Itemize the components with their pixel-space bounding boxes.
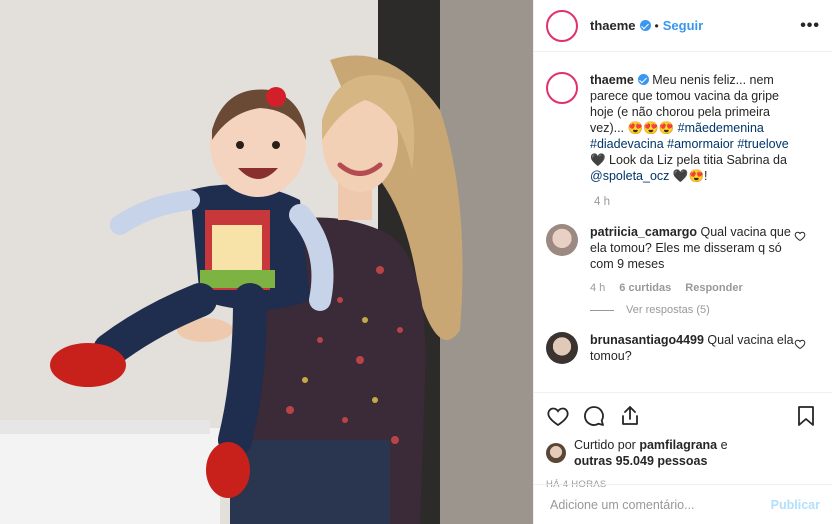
verified-icon <box>639 20 651 31</box>
caption-text: thaeme Meu nenis feliz... nem parece que… <box>590 72 789 184</box>
likes-count[interactable]: outras 95.049 pessoas <box>574 454 707 468</box>
comment-text: brunasantiago4499 Qual vacina ela tomou? <box>590 332 820 364</box>
liker-avatar[interactable] <box>546 443 566 463</box>
comment-input[interactable]: Adicione um comentário... <box>550 498 695 512</box>
caption-line: parece que tomou vacina da gripe <box>590 89 780 103</box>
caption-line: 🖤😍! <box>669 169 708 183</box>
comment-item: patriicia_camargo Qual vacina que ela to… <box>546 224 820 272</box>
caption-time[interactable]: 4 h <box>594 196 820 208</box>
hashtag-link[interactable]: #diadevacina <box>590 137 664 151</box>
share-upload-icon[interactable] <box>618 404 642 428</box>
post-actions: Curtido por pamfilagrana e outras 95.049… <box>534 392 832 490</box>
comment-text: patriicia_camargo Qual vacina que ela to… <box>590 224 820 272</box>
hashtag-link[interactable]: #mãedemenina <box>678 121 764 135</box>
liker-username[interactable]: pamfilagrana <box>639 438 717 452</box>
view-replies[interactable]: Ver respostas (5) <box>590 304 820 316</box>
commenter-avatar[interactable] <box>546 224 578 256</box>
comment-item: brunasantiago4499 Qual vacina ela tomou? <box>546 332 820 364</box>
commenter-username[interactable]: patriicia_camargo <box>590 225 697 239</box>
photo-illustration <box>0 0 533 524</box>
post-sidebar: thaeme • Seguir ••• thaeme Meu nenis fel… <box>533 0 832 524</box>
caption-line: hoje (e não chorou pela primeira <box>590 105 770 119</box>
caption-line: Meu nenis feliz... nem <box>652 73 774 87</box>
hashtag-link[interactable]: #truelove <box>737 137 788 151</box>
comment-time[interactable]: 4 h <box>590 282 605 294</box>
liked-by-prefix: Curtido por <box>574 438 636 452</box>
like-comment-heart-icon[interactable] <box>794 338 806 350</box>
replies-divider <box>590 309 614 311</box>
view-replies-label[interactable]: Ver respostas (5) <box>626 304 710 316</box>
caption: thaeme Meu nenis feliz... nem parece que… <box>546 72 820 184</box>
like-comment-heart-icon[interactable] <box>794 230 806 242</box>
caption-username[interactable]: thaeme <box>590 73 634 87</box>
caption-avatar[interactable] <box>546 72 578 104</box>
header-separator: • <box>654 18 659 33</box>
mention-link[interactable]: @spoleta_ocz <box>590 169 669 183</box>
caption-line: vez)... 😍😍😍 <box>590 121 678 135</box>
save-bookmark-icon[interactable] <box>794 404 818 428</box>
publish-button[interactable]: Publicar <box>771 498 820 512</box>
commenter-username[interactable]: brunasantiago4499 <box>590 333 704 347</box>
comment-meta: 4 h 6 curtidas Responder <box>590 282 820 294</box>
comments-list[interactable]: thaeme Meu nenis feliz... nem parece que… <box>534 60 832 390</box>
liked-by-text: Curtido por pamfilagrana e outras 95.049… <box>574 437 728 469</box>
follow-button[interactable]: Seguir <box>663 18 703 33</box>
liked-by-and: e <box>720 438 728 452</box>
comment-bubble-icon[interactable] <box>582 404 606 428</box>
caption-line: 🖤 Look da Liz pela titia Sabrina da <box>590 153 787 167</box>
reply-button[interactable]: Responder <box>685 282 742 294</box>
post-photo[interactable] <box>0 0 533 524</box>
add-comment-bar: Adicione um comentário... Publicar <box>534 484 832 524</box>
author-username[interactable]: thaeme <box>590 18 636 33</box>
hashtag-link[interactable]: #amormaior <box>667 137 734 151</box>
like-heart-icon[interactable] <box>546 404 570 428</box>
author-avatar[interactable] <box>546 9 578 42</box>
more-options-icon[interactable]: ••• <box>800 17 820 34</box>
comment-likes[interactable]: 6 curtidas <box>619 282 671 294</box>
verified-icon <box>637 74 649 85</box>
commenter-avatar[interactable] <box>546 332 578 364</box>
post-header: thaeme • Seguir ••• <box>534 0 832 52</box>
action-icons <box>546 403 820 429</box>
liked-by: Curtido por pamfilagrana e outras 95.049… <box>546 437 820 469</box>
